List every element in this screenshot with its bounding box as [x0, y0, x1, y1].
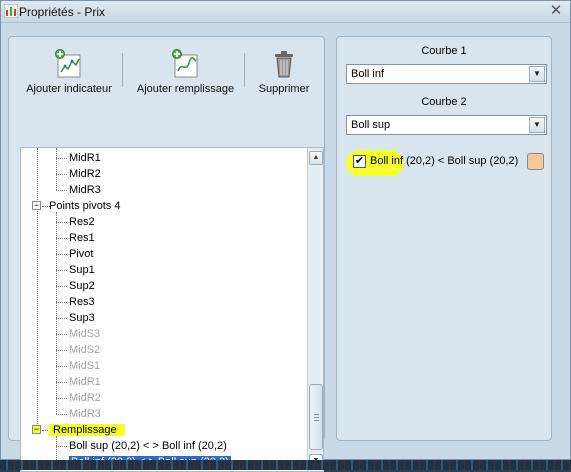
fill-item-label: Boll inf (20,2) < Boll sup (20,2)	[370, 155, 519, 167]
close-icon[interactable]: ✕	[548, 3, 564, 19]
toolbar-divider	[122, 53, 123, 87]
tree-connector	[56, 382, 67, 383]
tree-connector	[56, 254, 67, 255]
tree-item[interactable]: MidR2	[69, 390, 101, 406]
tree-connector	[56, 366, 67, 367]
indicators-panel: Ajouter indicateur Ajouter remplissage S…	[8, 36, 325, 472]
properties-window: Propriétés - Prix ✕ Ajouter indicateur A…	[0, 0, 571, 472]
tree-item[interactable]: MidR3	[69, 406, 101, 422]
tree-connector	[56, 190, 67, 191]
tree-item-label: MidS2	[69, 344, 101, 356]
indicator-tree[interactable]: ▲ ▼ MidR1MidR2MidR3−Points pivots 4Res2R…	[20, 147, 324, 472]
fill-enabled-checkbox[interactable]: ✔	[353, 155, 366, 168]
window-title: Propriétés - Prix	[19, 5, 106, 19]
add-fill-button[interactable]: Ajouter remplissage	[133, 49, 238, 107]
curve2-value: Boll sup	[351, 119, 391, 131]
fill-settings-panel: Courbe 1 Boll inf ▼ Courbe 2 Boll sup ▼ …	[336, 36, 552, 441]
background-chart-strip	[0, 460, 571, 470]
tree-item[interactable]: MidS1	[69, 358, 100, 374]
scroll-thumb[interactable]	[309, 384, 323, 450]
tree-item-label: Remplissage	[49, 424, 125, 436]
toolbar-divider	[244, 53, 245, 87]
tree-item-label: Sup3	[69, 312, 95, 324]
collapse-icon[interactable]: −	[32, 201, 41, 210]
tree-connector	[56, 350, 67, 351]
add-indicator-icon	[55, 49, 81, 78]
tree-connector	[56, 212, 57, 414]
curve1-select[interactable]: Boll inf ▼	[346, 64, 547, 84]
tree-item-label: Sup1	[69, 264, 95, 276]
tree-item-label: Sup2	[69, 280, 95, 292]
tree-item[interactable]: Res1	[69, 230, 95, 246]
trash-icon	[275, 51, 293, 78]
grip-line	[314, 414, 319, 415]
tree-item[interactable]: MidS3	[69, 326, 100, 342]
tree-item[interactable]: MidR3	[69, 182, 101, 198]
tree-item[interactable]: MidS2	[69, 342, 100, 358]
add-indicator-label: Ajouter indicateur	[26, 83, 112, 95]
tree-item[interactable]: Sup3	[69, 310, 95, 326]
tree-connector	[56, 334, 67, 335]
tree-item[interactable]: Sup2	[69, 278, 95, 294]
tree-item-label: MidR1	[69, 376, 101, 388]
tree-item[interactable]: MidR1	[69, 374, 101, 390]
tree-connector	[56, 318, 67, 319]
tree-item-label: MidR2	[69, 392, 101, 404]
tree-item[interactable]: Res3	[69, 294, 95, 310]
tree-connector	[56, 414, 67, 415]
tree-item-label: MidR3	[69, 184, 101, 196]
tree-connector	[56, 174, 67, 175]
curve2-label: Courbe 2	[421, 96, 467, 108]
delete-button[interactable]: Supprimer	[254, 49, 314, 107]
fill-color-swatch[interactable]	[527, 153, 544, 170]
tree-group[interactable]: Remplissage	[49, 422, 125, 438]
tree-item[interactable]: Boll sup (20,2) < > Boll inf (20,2)	[69, 438, 227, 454]
tree-item-label: Res3	[69, 296, 95, 308]
tree-item-label: MidS3	[69, 328, 101, 340]
chevron-down-icon[interactable]: ▼	[529, 66, 545, 82]
chevron-down-icon[interactable]: ▼	[529, 117, 545, 133]
tree-item-label: MidS1	[69, 360, 101, 372]
tree-connector	[37, 148, 38, 430]
tree-connector	[56, 270, 67, 271]
grip-line	[314, 420, 319, 421]
tree-item-label: MidR3	[69, 408, 101, 420]
grip-line	[314, 417, 319, 418]
tree-item-label: MidR2	[69, 168, 101, 180]
curve1-label: Courbe 1	[421, 45, 467, 57]
add-fill-icon	[171, 49, 197, 78]
add-fill-label: Ajouter remplissage	[136, 83, 235, 95]
collapse-icon[interactable]: −	[32, 425, 41, 434]
tree-group[interactable]: Points pivots 4	[49, 198, 121, 214]
delete-label: Supprimer	[258, 83, 310, 95]
curve1-value: Boll inf	[351, 68, 385, 80]
tree-item-label: Boll sup (20,2) < > Boll inf (20,2)	[69, 440, 227, 452]
tree-item-label: MidR1	[69, 152, 101, 164]
tree-item-label: Res2	[69, 216, 95, 228]
tree-connector	[56, 148, 57, 190]
fill-item: ✔ Boll inf (20,2) < Boll sup (20,2)	[346, 150, 546, 176]
tree-connector	[56, 398, 67, 399]
tree-connector	[56, 158, 67, 159]
tree-connector	[56, 238, 67, 239]
scroll-up-icon[interactable]: ▲	[309, 151, 323, 165]
tree-item-label: Pivot	[69, 248, 94, 260]
tree-item[interactable]: Res2	[69, 214, 95, 230]
add-indicator-button[interactable]: Ajouter indicateur	[23, 49, 115, 107]
tree-connector	[56, 446, 67, 447]
tree-item-label: Res1	[69, 232, 95, 244]
tree-item[interactable]: Pivot	[69, 246, 93, 262]
tree-item[interactable]: MidR1	[69, 150, 101, 166]
tree-item[interactable]: MidR2	[69, 166, 101, 182]
tree-connector	[56, 436, 57, 462]
tree-connector	[56, 286, 67, 287]
tree-scrollbar[interactable]: ▲ ▼	[307, 148, 323, 471]
app-chart-icon	[4, 4, 18, 18]
tree-item[interactable]: Sup1	[69, 262, 95, 278]
curve2-select[interactable]: Boll sup ▼	[346, 115, 547, 135]
tree-connector	[56, 222, 67, 223]
title-bar[interactable]: Propriétés - Prix ✕	[1, 1, 570, 23]
tree-item-label: Points pivots 4	[49, 200, 121, 212]
tree-connector	[56, 302, 67, 303]
